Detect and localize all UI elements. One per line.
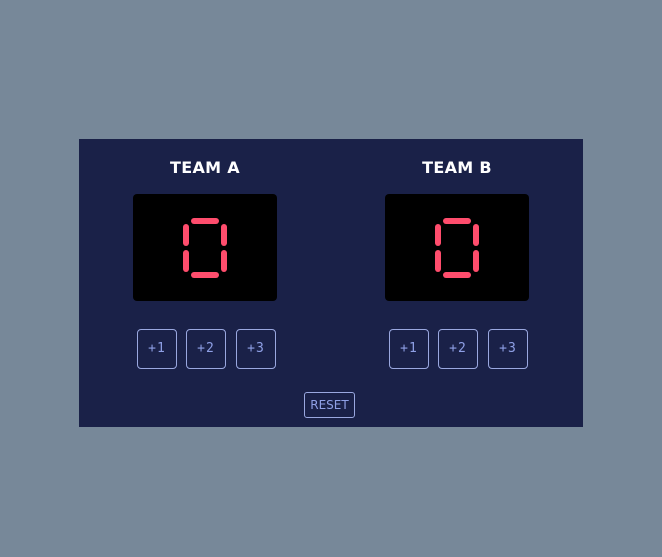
reset-button[interactable]: RESET <box>304 392 355 418</box>
digit-segment-d <box>443 272 471 278</box>
digit-segment-f <box>183 224 189 246</box>
digit-segment-a <box>191 218 219 224</box>
team-b-score-display <box>385 194 529 301</box>
digit-segment-a <box>443 218 471 224</box>
digit-segment-e <box>435 250 441 272</box>
team-a-add-3-button[interactable]: +3 <box>236 329 276 369</box>
digit-segment-b <box>221 224 227 246</box>
scoreboard: TEAM A +1 +2 +3 TEAM B +1 +2 +3 RESET <box>79 139 583 427</box>
team-b-buttons: +1 +2 +3 <box>389 329 529 369</box>
digit-segment-b <box>473 224 479 246</box>
digit-segment-f <box>435 224 441 246</box>
team-a-add-1-button[interactable]: +1 <box>137 329 177 369</box>
team-b-add-3-button[interactable]: +3 <box>488 329 528 369</box>
team-b-score-digit <box>435 218 479 278</box>
team-a-name: TEAM A <box>170 158 240 177</box>
team-b-add-1-button[interactable]: +1 <box>389 329 429 369</box>
digit-segment-c <box>221 250 227 272</box>
team-b-panel: TEAM B +1 +2 +3 <box>331 139 583 379</box>
digit-segment-d <box>191 272 219 278</box>
team-b-name: TEAM B <box>422 158 492 177</box>
digit-segment-e <box>183 250 189 272</box>
team-a-score-display <box>133 194 277 301</box>
team-a-panel: TEAM A +1 +2 +3 <box>79 139 331 379</box>
team-a-score-digit <box>183 218 227 278</box>
team-b-add-2-button[interactable]: +2 <box>438 329 478 369</box>
team-a-buttons: +1 +2 +3 <box>137 329 277 369</box>
team-a-add-2-button[interactable]: +2 <box>186 329 226 369</box>
digit-segment-c <box>473 250 479 272</box>
